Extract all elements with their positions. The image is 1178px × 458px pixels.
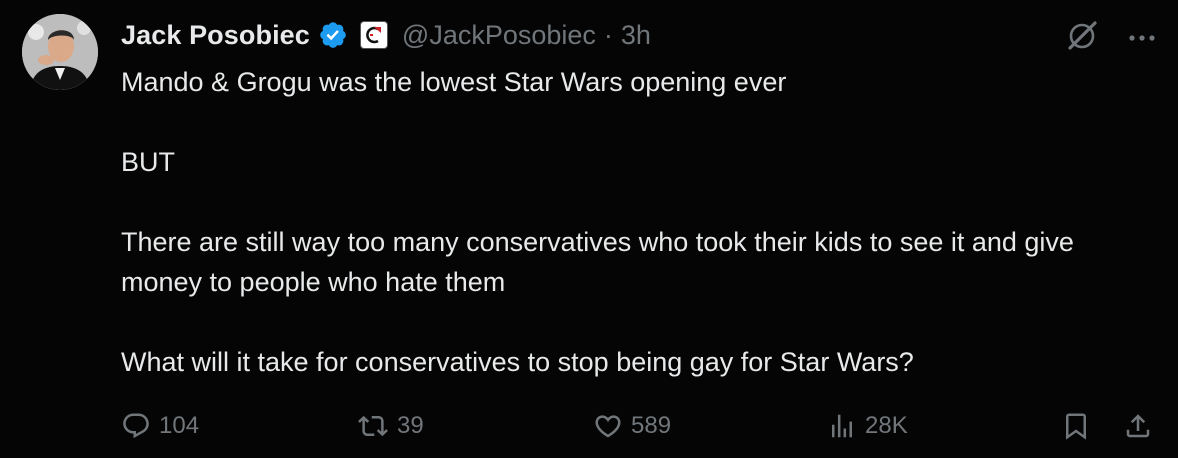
timestamp[interactable]: 3h	[621, 20, 651, 51]
grok-icon[interactable]	[1064, 18, 1100, 59]
separator-dot: ·	[603, 19, 613, 50]
tweet-text: Mando & Grogu was the lowest Star Wars o…	[121, 62, 1151, 382]
reply-icon	[123, 413, 149, 439]
tweet-paragraph: BUT	[121, 147, 175, 177]
bookmark-button[interactable]	[1061, 404, 1091, 448]
tweet-paragraph: There are still way too many conservativ…	[121, 227, 1074, 297]
avatar-image	[22, 14, 98, 90]
tweet-header: Jack Posobiec @JackPosobiec · 3h	[121, 14, 651, 56]
like-button[interactable]: 589	[593, 404, 671, 448]
reply-button[interactable]: 104	[121, 404, 199, 448]
author-handle[interactable]: @JackPosobiec	[402, 20, 596, 51]
views-button[interactable]: 28K	[827, 404, 908, 448]
share-button[interactable]	[1123, 404, 1153, 448]
bookmark-icon	[1066, 413, 1086, 440]
reply-count: 104	[159, 412, 200, 439]
repost-count: 39	[397, 412, 424, 439]
tweet-card[interactable]: Jack Posobiec @JackPosobiec · 3h Mando &…	[0, 0, 1178, 458]
repost-button[interactable]: 39	[357, 404, 424, 448]
tweet-action-bar: 104 39 589 28K	[121, 404, 1161, 448]
heart-icon	[595, 415, 621, 438]
tweet-top-actions	[1064, 18, 1156, 59]
verified-badge-icon[interactable]	[318, 20, 348, 50]
views-icon	[832, 414, 852, 438]
view-count: 28K	[865, 412, 908, 439]
tweet-paragraph: Mando & Grogu was the lowest Star Wars o…	[121, 67, 787, 97]
like-count: 589	[631, 412, 672, 439]
more-icon[interactable]	[1128, 30, 1156, 48]
tweet-paragraph: What will it take for conservatives to s…	[121, 347, 914, 377]
share-icon	[1126, 414, 1150, 438]
repost-icon	[358, 415, 388, 437]
affiliate-logo-icon[interactable]	[359, 21, 388, 49]
avatar[interactable]	[22, 14, 98, 90]
author-display-name[interactable]: Jack Posobiec	[121, 20, 310, 51]
